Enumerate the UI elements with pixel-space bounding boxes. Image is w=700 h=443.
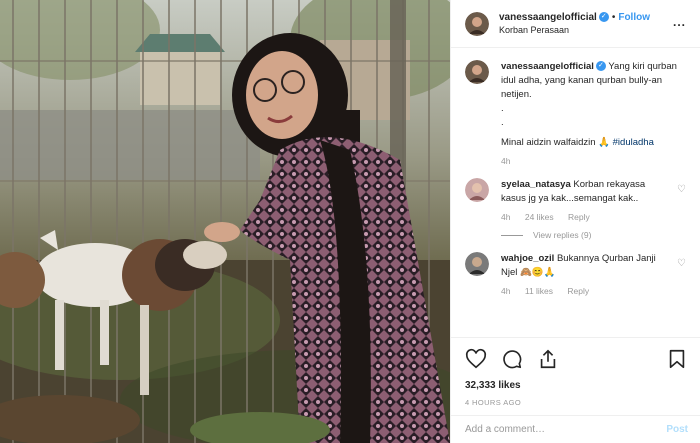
reply-button[interactable]: Reply	[568, 212, 590, 222]
comment-like-icon[interactable]: ♡	[677, 184, 686, 195]
caption-avatar[interactable]	[465, 60, 489, 84]
comment-like-icon[interactable]: ♡	[677, 258, 686, 269]
verified-icon: ✓	[595, 61, 606, 72]
comment-username[interactable]: wahjoe_ozil	[501, 253, 554, 264]
post-button[interactable]: Post	[666, 424, 688, 435]
view-replies-button[interactable]: View replies (9)	[501, 230, 688, 240]
likes-count[interactable]: 32,333 likes	[465, 380, 688, 391]
view-replies-label: View replies (9)	[533, 230, 592, 240]
verified-icon: ✓	[598, 11, 609, 22]
caption-dot: .	[501, 117, 504, 128]
post-photo[interactable]	[0, 0, 450, 443]
comment-input[interactable]	[465, 424, 667, 435]
heart-icon[interactable]	[465, 348, 487, 370]
caption-username[interactable]: vanessaangelofficial	[501, 61, 594, 72]
comment-list: vanessaangelofficial ✓ Yang kiri qurban i…	[465, 60, 688, 296]
header-username[interactable]: vanessaangelofficial	[499, 12, 597, 23]
comment-item: wahjoe_ozil Bukannya Qurban Janji Njel 🙈…	[465, 252, 688, 296]
comment-likes[interactable]: 24 likes	[525, 212, 554, 222]
caption-time[interactable]: 4h	[501, 156, 510, 166]
follow-button[interactable]: Follow	[618, 12, 650, 23]
header-separator: •	[611, 11, 616, 23]
commenter-avatar[interactable]	[465, 178, 489, 202]
share-icon[interactable]	[537, 348, 559, 370]
action-bar: 32,333 likes 4 HOURS AGO	[451, 337, 700, 407]
avatar[interactable]	[465, 11, 489, 36]
caption-text: Minal aidzin walfaidzin 🙏	[501, 137, 610, 148]
post-header: vanessaangelofficial ✓ • Follow Korban Pera…	[451, 0, 700, 48]
photo-illustration	[0, 0, 450, 443]
comment-likes[interactable]: 11 likes	[525, 286, 553, 296]
reply-button[interactable]: Reply	[567, 286, 589, 296]
commenter-avatar[interactable]	[465, 252, 489, 276]
comment-composer: Post	[451, 415, 700, 443]
comment-username[interactable]: syelaa_natasya	[501, 179, 571, 190]
comment-time[interactable]: 4h	[501, 286, 510, 296]
post-panel: vanessaangelofficial ✓ • Follow Korban Pera…	[450, 0, 700, 443]
comment-time[interactable]: 4h	[501, 212, 510, 222]
caption: vanessaangelofficial ✓ Yang kiri qurban i…	[465, 60, 688, 166]
caption-dot: .	[501, 103, 504, 114]
replies-line	[501, 234, 523, 236]
more-icon[interactable]: ...	[673, 16, 686, 28]
post-timestamp[interactable]: 4 HOURS AGO	[465, 398, 688, 407]
bookmark-icon[interactable]	[666, 348, 688, 370]
location-link[interactable]: Korban Perasaan	[499, 24, 650, 37]
comment-item: syelaa_natasya Korban rekayasa kasus jg …	[465, 178, 688, 240]
hashtag-link[interactable]: #iduladha	[613, 137, 654, 148]
comment-icon[interactable]	[501, 348, 523, 370]
